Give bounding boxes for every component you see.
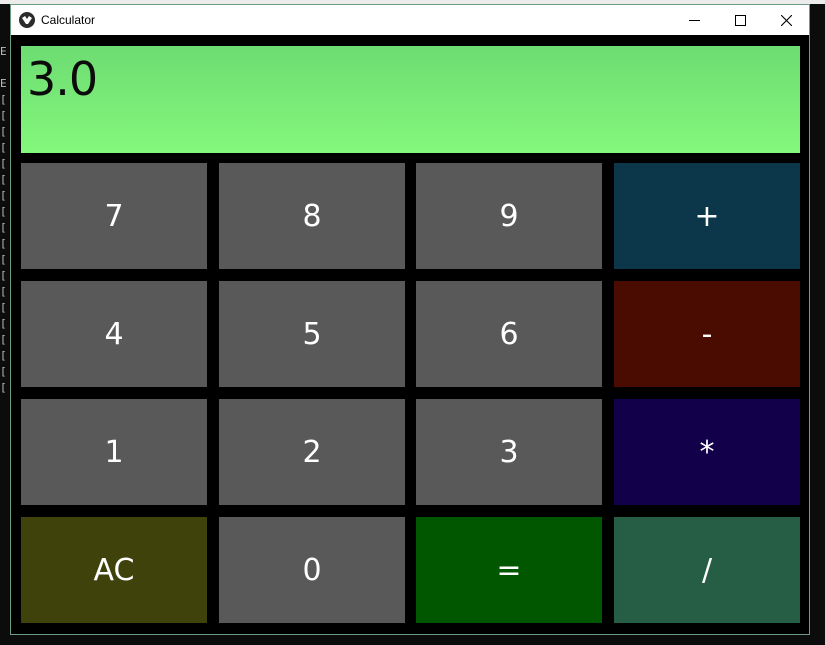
close-button[interactable]	[763, 5, 809, 35]
kivy-app-icon	[19, 12, 35, 28]
key-plus-button[interactable]: +	[614, 163, 800, 269]
key-8-button[interactable]: 8	[219, 163, 405, 269]
key-divide-button[interactable]: /	[614, 517, 800, 623]
key-2-button[interactable]: 2	[219, 399, 405, 505]
calculator-window: Calculator 3.0 7 8 9 +4 5 6- 1 2 3 * AC 0 = /	[10, 4, 810, 635]
maximize-button[interactable]	[717, 5, 763, 35]
maximize-icon	[734, 14, 746, 26]
minimize-button[interactable]	[671, 5, 717, 35]
result-display: 3.0	[21, 46, 800, 153]
key-clear-button[interactable]: AC	[21, 517, 207, 623]
minimize-icon	[688, 19, 700, 21]
key-7-button[interactable]: 7	[21, 163, 207, 269]
key-6-button[interactable]: 6	[416, 281, 602, 387]
key-9-button[interactable]: 9	[416, 163, 602, 269]
close-icon	[780, 14, 792, 26]
key-5-button[interactable]: 5	[219, 281, 405, 387]
key-minus-button[interactable]: -	[614, 281, 800, 387]
key-equals-button[interactable]: =	[416, 517, 602, 623]
key-0-button[interactable]: 0	[219, 517, 405, 623]
display-value: 3.0	[27, 52, 98, 106]
key-4-button[interactable]: 4	[21, 281, 207, 387]
window-title: Calculator	[41, 13, 96, 27]
title-bar[interactable]: Calculator	[11, 5, 809, 35]
key-1-button[interactable]: 1	[21, 399, 207, 505]
key-3-button[interactable]: 3	[416, 399, 602, 505]
key-multiply-button[interactable]: *	[614, 399, 800, 505]
